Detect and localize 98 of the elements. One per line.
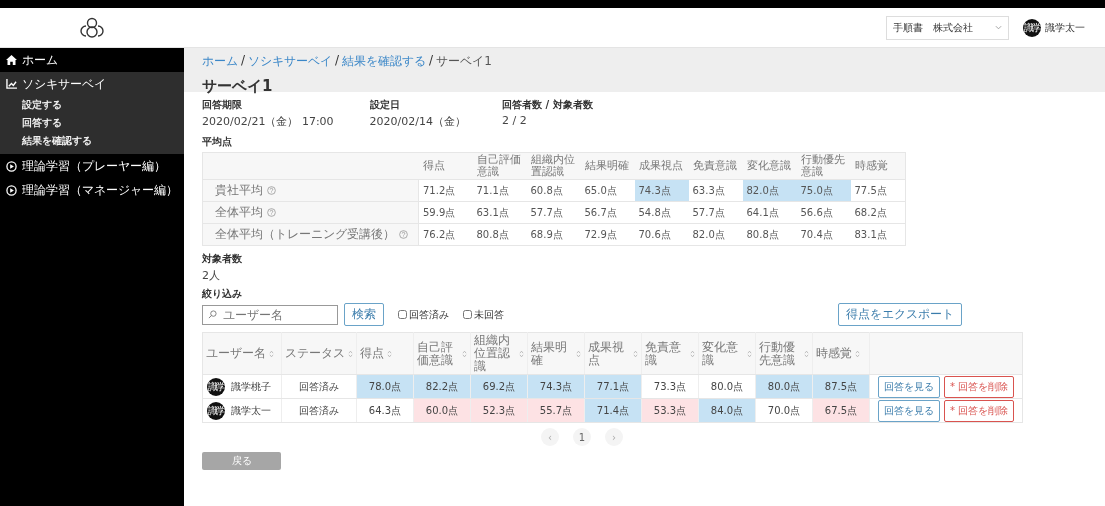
sort-icon	[387, 349, 392, 358]
field-label: 回答期限	[202, 98, 243, 112]
logo-icon	[78, 16, 106, 39]
table-cell: 78.0点	[356, 374, 414, 399]
chevron-down-icon	[995, 25, 1002, 30]
breadcrumb-link[interactable]: 結果を確認する	[342, 53, 427, 70]
section-label: 絞り込み	[202, 287, 242, 301]
back-button[interactable]: 戻る	[202, 452, 281, 470]
column-header: 時感覚	[850, 152, 905, 180]
home-icon	[6, 55, 17, 65]
user-name: 識学桃子	[231, 379, 271, 394]
view-answer-button[interactable]: 回答を見る	[878, 375, 940, 398]
field-value: 2 / 2	[502, 114, 528, 127]
sort-icon	[576, 349, 581, 358]
company-select[interactable]: 手順書 株式会社	[886, 15, 1009, 40]
user-avatar: 識学	[207, 401, 225, 420]
view-answer-button[interactable]: 回答を見る	[878, 399, 940, 422]
column-header: 組織内位置認識	[526, 152, 581, 180]
sidebar-subitem[interactable]: 結果を確認する	[0, 132, 184, 150]
checkbox-label: 回答済み	[409, 307, 449, 322]
checkbox[interactable]	[398, 310, 407, 319]
sidebar-item[interactable]: ソシキサーベイ	[0, 72, 184, 96]
user-avatar: 識学	[1023, 18, 1041, 37]
help-icon	[267, 208, 276, 217]
column-header: 自己評価意識	[472, 152, 527, 180]
sidebar-subitem[interactable]: 回答する	[0, 114, 184, 132]
table-cell: 52.3点	[470, 398, 528, 423]
table-cell: 70.0点	[755, 398, 813, 423]
delete-answer-button[interactable]: * 回答を削除	[944, 399, 1015, 422]
sidebar-subitem[interactable]: 設定する	[0, 96, 184, 114]
sort-icon	[269, 349, 274, 358]
sort-icon	[633, 349, 638, 358]
delete-answer-button[interactable]: * 回答を削除	[944, 375, 1015, 398]
column-header: 変化意識	[742, 152, 797, 180]
table-cell: 73.3点	[641, 374, 699, 399]
table-cell: 64.3点	[356, 398, 414, 423]
field-label: 回答者数 / 対象者数	[502, 98, 593, 112]
sort-icon	[348, 349, 353, 358]
breadcrumb-link[interactable]: ソシキサーベイ	[248, 53, 333, 70]
column-header: 結果明確	[580, 152, 635, 180]
table-cell: 74.3点	[527, 374, 585, 399]
row-label: 全体平均	[215, 204, 263, 221]
table-cell: 80.0点	[698, 374, 756, 399]
column-header: 成果視点	[634, 152, 689, 180]
checkbox-label: 未回答	[474, 307, 504, 322]
breadcrumb-separator: /	[335, 53, 340, 69]
search-icon	[208, 309, 217, 319]
page-title: サーベイ1	[202, 77, 274, 96]
table-cell: 84.0点	[698, 398, 756, 423]
section-label: 平均点	[202, 135, 232, 149]
search-field[interactable]: ユーザー名	[202, 304, 338, 325]
sidebar-item[interactable]: 理論学習（プレーヤー編）	[0, 154, 184, 178]
sort-icon	[462, 349, 467, 358]
column-header: 得点	[418, 152, 473, 180]
table-cell: 55.7点	[527, 398, 585, 423]
column-header: 免責意識	[688, 152, 743, 180]
column-header: 行動優先意識	[796, 152, 851, 180]
user-avatar: 識学	[207, 377, 225, 396]
breadcrumb-link[interactable]: ホーム	[202, 53, 238, 70]
help-icon	[399, 230, 408, 239]
table-cell: 82.2点	[413, 374, 471, 399]
column-header[interactable]: 時感覚	[816, 347, 852, 360]
checkbox[interactable]	[463, 310, 472, 319]
table-cell: 60.0点	[413, 398, 471, 423]
sidebar-item[interactable]: ホーム	[0, 48, 184, 72]
search-button[interactable]: 検索	[344, 303, 384, 326]
table-cell: 71.4点	[584, 398, 642, 423]
play-icon	[6, 184, 17, 196]
column-header[interactable]: 得点	[360, 347, 384, 360]
sort-icon	[690, 349, 695, 358]
sort-icon	[747, 349, 752, 358]
row-label: 全体平均（トレーニング受講後）	[215, 226, 395, 243]
target-count: 2人	[202, 268, 220, 283]
breadcrumb-separator: /	[241, 53, 246, 69]
breadcrumb-current: サーベイ1	[436, 53, 492, 70]
user-name: 識学太一	[231, 403, 271, 418]
section-label: 対象者数	[202, 252, 242, 266]
field-value: 2020/02/21（金） 17:00	[202, 114, 334, 129]
table-cell: 87.5点	[812, 374, 870, 399]
sort-icon	[519, 349, 524, 358]
table-cell: 53.3点	[641, 398, 699, 423]
sort-icon	[855, 349, 860, 358]
table-cell: 67.5点	[812, 398, 870, 423]
export-button[interactable]: 得点をエクスポート	[838, 303, 962, 326]
breadcrumb-separator: /	[429, 53, 434, 69]
sort-icon	[804, 349, 809, 358]
chart-icon	[6, 79, 17, 89]
table-cell: 77.1点	[584, 374, 642, 399]
sidebar-item[interactable]: 理論学習（マネージャー編）	[0, 178, 184, 202]
field-label: 設定日	[369, 98, 401, 112]
row-label: 貴社平均	[215, 182, 263, 199]
user-name[interactable]: 識学太一	[1045, 20, 1085, 35]
help-icon	[267, 186, 276, 195]
table-cell: 80.0点	[755, 374, 813, 399]
table-cell: 69.2点	[470, 374, 528, 399]
play-icon	[6, 160, 17, 172]
field-value: 2020/02/14（金）	[369, 114, 466, 129]
page-button[interactable]: 1	[573, 428, 591, 446]
